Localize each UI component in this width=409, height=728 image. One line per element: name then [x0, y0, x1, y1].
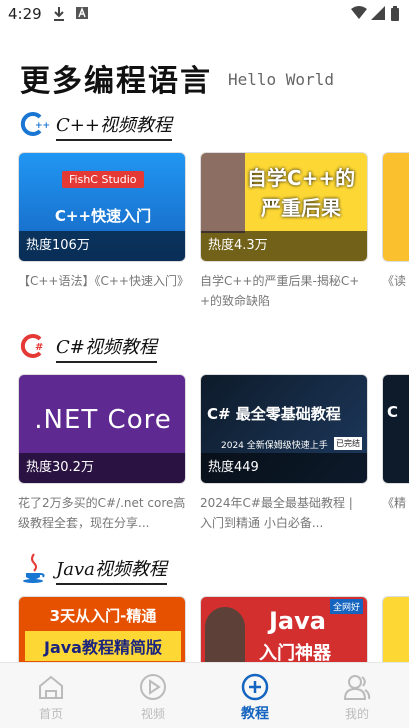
battery-icon: [391, 6, 399, 21]
section-title: C#视频教程: [56, 333, 157, 363]
thumb-tag: 已完结: [334, 437, 362, 450]
tab-label: 教程: [241, 706, 269, 722]
card-thumbnail[interactable]: .NET Core 热度30.2万: [18, 374, 186, 484]
thumb-text: .NET Core: [34, 405, 172, 435]
page-title: 更多编程语言: [20, 64, 212, 99]
course-card[interactable]: 3天从入门-精通 Java教程精简版: [18, 596, 186, 662]
heat-label: 热度30.2万: [19, 453, 185, 483]
course-card[interactable]: 《读: [382, 152, 409, 311]
font-app-icon: [76, 7, 88, 19]
card-thumbnail[interactable]: 自学C++的严重后果 热度4.3万: [200, 152, 368, 262]
csharp-logo-icon: #: [20, 334, 43, 358]
card-thumbnail[interactable]: 全网好 Java 入门神器: [200, 596, 368, 662]
thumb-text: C++快速入门: [54, 207, 152, 225]
course-card[interactable]: C# 最全零基础教程 2024 全新保姆级快速上手 已完结 热度449 2024…: [200, 374, 368, 533]
card-description[interactable]: 《读: [382, 271, 409, 311]
card-thumbnail[interactable]: 3天从入门-精通 Java教程精简版: [18, 596, 186, 662]
page-header: 更多编程语言 Hello World: [20, 56, 334, 100]
tab-label: 首页: [38, 707, 63, 721]
card-description[interactable]: 自学C++的严重后果-揭秘C++的致命缺陷: [200, 271, 368, 311]
thumb-badge: FishC Studio: [62, 171, 144, 188]
heat-label: 热度106万: [19, 231, 185, 261]
svg-text:#: #: [35, 342, 43, 353]
tab-label: 我的: [344, 707, 369, 721]
card-description[interactable]: 2024年C#最全最基础教程 | 入门到精通 小白必备...: [200, 493, 368, 533]
card-thumbnail[interactable]: [382, 596, 409, 662]
thumb-subtext: 入门神器: [259, 643, 331, 662]
thumb-text: C# 最全零基础教程: [207, 405, 341, 423]
wifi-icon: [351, 6, 367, 19]
heat-label: 热度449: [201, 453, 367, 483]
course-card[interactable]: FishC Studio C++快速入门 热度106万 【C++语法】《C++快…: [18, 152, 186, 311]
card-row[interactable]: 3天从入门-精通 Java教程精简版 全网好 Java 入门神器: [18, 596, 409, 662]
thumb-text: 自学C++的严重后果: [246, 166, 356, 220]
thumb-subtext: Java教程精简版: [25, 631, 181, 661]
tab-profile[interactable]: 我的: [306, 663, 408, 728]
card-description[interactable]: 《精: [382, 493, 409, 533]
tab-label: 视频: [140, 707, 165, 721]
cpp-logo-icon: ++: [20, 112, 50, 136]
play-icon: [140, 674, 166, 700]
card-row[interactable]: .NET Core 热度30.2万 花了2万多买的C#/.net core高级教…: [18, 374, 409, 554]
thumb-text: C: [387, 403, 399, 421]
home-icon: [39, 675, 63, 699]
status-bar: 4:29: [0, 0, 409, 28]
card-thumbnail[interactable]: FishC Studio C++快速入门 热度106万: [18, 152, 186, 262]
status-time: 4:29: [8, 5, 42, 23]
card-thumbnail[interactable]: C: [382, 374, 409, 484]
course-card[interactable]: C 《精: [382, 374, 409, 533]
thumb-subtext: 2024 全新保姆级快速上手: [221, 441, 328, 451]
thumb-text: Java: [269, 607, 326, 635]
tab-video[interactable]: 视频: [102, 663, 204, 728]
section-title: Java视频教程: [56, 555, 167, 585]
card-row[interactable]: FishC Studio C++快速入门 热度106万 【C++语法】《C++快…: [18, 152, 409, 332]
thumb-tag: 全网好: [329, 599, 363, 614]
download-icon: [54, 7, 64, 21]
card-thumbnail[interactable]: C# 最全零基础教程 2024 全新保姆级快速上手 已完结 热度449: [200, 374, 368, 484]
card-description[interactable]: 【C++语法】《C++快速入门》: [18, 271, 186, 311]
user-icon: [343, 675, 371, 700]
tab-home[interactable]: 首页: [0, 663, 102, 728]
course-card[interactable]: [382, 596, 409, 662]
card-description[interactable]: 花了2万多买的C#/.net core高级教程全套，现在分享...: [18, 493, 186, 533]
plus-circle-icon: [241, 673, 269, 701]
card-thumbnail[interactable]: [382, 152, 409, 262]
course-card[interactable]: .NET Core 热度30.2万 花了2万多买的C#/.net core高级教…: [18, 374, 186, 533]
page-subtitle: Hello World: [228, 70, 334, 89]
course-card[interactable]: 全网好 Java 入门神器: [200, 596, 368, 662]
tab-tutorial[interactable]: 教程: [204, 663, 306, 728]
svg-text:++: ++: [35, 121, 50, 131]
person-photo: [205, 607, 245, 662]
section-title: C++视频教程: [56, 111, 172, 141]
java-logo-icon: [23, 553, 45, 583]
bottom-tab-bar: 首页 视频 教程 我的: [0, 662, 409, 728]
signal-icon: [371, 6, 385, 20]
course-card[interactable]: 自学C++的严重后果 热度4.3万 自学C++的严重后果-揭秘C++的致命缺陷: [200, 152, 368, 311]
heat-label: 热度4.3万: [201, 231, 367, 261]
thumb-text: 3天从入门-精通: [49, 607, 157, 625]
